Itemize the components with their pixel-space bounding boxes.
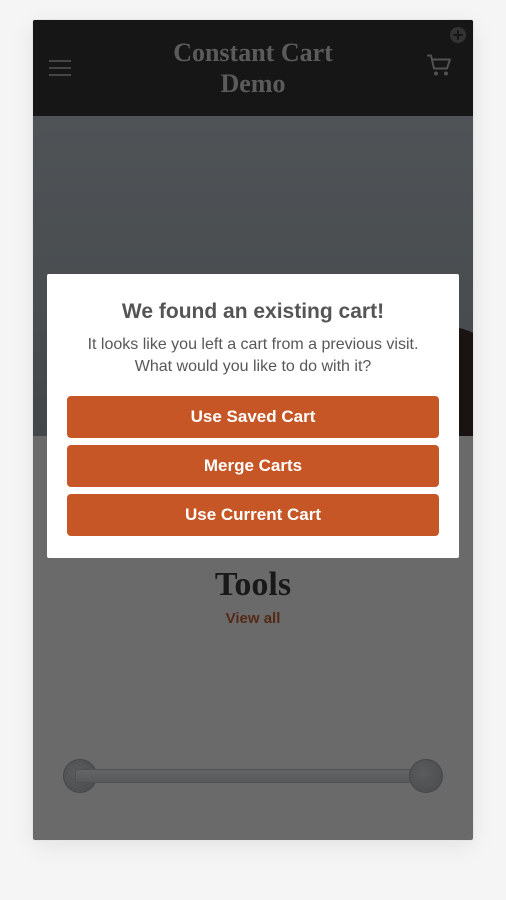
use-current-cart-button[interactable]: Use Current Cart (67, 494, 439, 536)
use-saved-cart-button[interactable]: Use Saved Cart (67, 396, 439, 438)
modal-title: We found an existing cart! (67, 300, 439, 324)
modal-message: It looks like you left a cart from a pre… (67, 334, 439, 379)
merge-carts-button[interactable]: Merge Carts (67, 445, 439, 487)
cart-recovery-modal: We found an existing cart! It looks like… (47, 274, 459, 559)
phone-viewport: Constant Cart Demo Tools View all (33, 20, 473, 840)
modal-overlay[interactable]: We found an existing cart! It looks like… (33, 20, 473, 840)
